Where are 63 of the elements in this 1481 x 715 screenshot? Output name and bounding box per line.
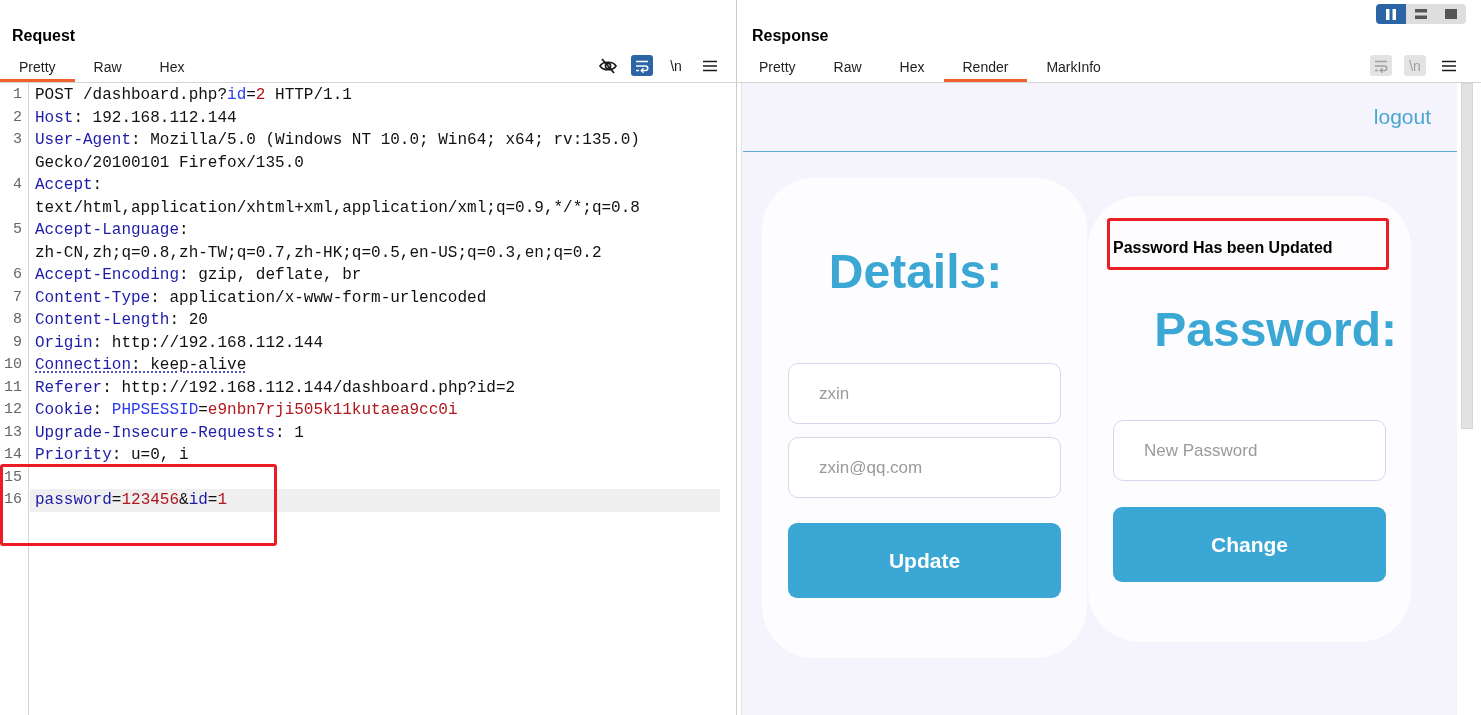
columns-icon	[1386, 8, 1396, 20]
code-line: Host: 192.168.112.144	[35, 108, 237, 127]
code-line: Connection: keep-alive	[35, 356, 247, 374]
scrollbar-thumb[interactable]	[1461, 83, 1473, 429]
line-number: 2	[13, 108, 22, 126]
split-columns-button[interactable]	[1376, 4, 1406, 24]
line-number: 7	[13, 288, 22, 306]
line-number: 15	[4, 468, 22, 486]
code-line: text/html,application/xhtml+xml,application/xml;q=0.9,*/*;q=0.8	[35, 198, 640, 217]
wrap-lines-icon	[635, 58, 649, 73]
square-icon	[1445, 9, 1457, 19]
split-rows-button[interactable]	[1406, 4, 1436, 24]
line-number: 14	[4, 446, 22, 463]
tab[interactable]: Hex	[880, 53, 944, 82]
status-message: Password Has been Updated	[1113, 239, 1333, 256]
text-field[interactable]: zxin@qq.com	[788, 437, 1061, 498]
text-field[interactable]: New Password	[1113, 420, 1386, 481]
code-line: Accept-Encoding: gzip, deflate, br	[35, 266, 362, 284]
code-line: Origin: http://192.168.112.144	[35, 333, 324, 352]
newline-button[interactable]: \n	[665, 55, 687, 76]
line-number: 8	[13, 311, 22, 328]
wrap-lines-icon	[1374, 58, 1388, 73]
line-number: 10	[4, 356, 22, 373]
tab[interactable]: Raw	[814, 53, 881, 82]
tab[interactable]: Pretty	[740, 53, 815, 82]
code-line: zh-CN,zh;q=0.8,zh-TW;q=0.7,zh-HK;q=0.5,en-US;q=0.3,en;q=0.2	[35, 243, 602, 262]
single-view-button[interactable]	[1436, 4, 1466, 24]
line-number: 12	[4, 401, 22, 418]
code-line: Gecko/20100101 Firefox/135.0	[35, 153, 304, 172]
line-number: 4	[13, 176, 22, 193]
menu-icon	[1442, 59, 1456, 72]
code-line: Cookie: PHPSESSID=e9nbn7rji505k11kutaea9cc0i	[35, 401, 458, 419]
line-number: 5	[13, 221, 22, 238]
tab[interactable]: Hex	[140, 53, 204, 82]
line-number: 13	[4, 423, 22, 441]
section-heading: Password:	[1154, 303, 1397, 356]
code-line: password=123456&id=1	[35, 491, 228, 509]
code-line: Referer: http://192.168.112.144/dashboard.php?id=2	[35, 378, 516, 397]
tab[interactable]: Raw	[74, 53, 141, 82]
code-line: POST /dashboard.php?id=2 HTTP/1.1	[35, 86, 352, 104]
tab[interactable]: MarkInfo	[1027, 53, 1120, 82]
pane-title: Request	[12, 27, 76, 44]
line-number: 3	[13, 131, 22, 148]
section-heading: Details:	[828, 245, 1003, 298]
code-line: Accept:	[35, 176, 103, 194]
code-line: Content-Type: application/x-www-form-urlencoded	[35, 288, 487, 307]
code-line: Accept-Language:	[35, 221, 189, 239]
line-number: 11	[4, 378, 22, 396]
code-line: User-Agent: Mozilla/5.0 (Windows NT 10.0; Win64; x64; rv:135.0)	[35, 131, 640, 149]
code-line: Priority: u=0, i	[35, 446, 189, 464]
line-number: 16	[4, 491, 22, 508]
code-line: Upgrade-Insecure-Requests: 1	[35, 423, 304, 442]
menu-icon	[703, 59, 717, 72]
eye-slash-icon	[599, 57, 617, 74]
rows-icon	[1415, 9, 1427, 19]
text-field[interactable]: zxin	[788, 363, 1061, 424]
line-number: 9	[13, 333, 22, 351]
pane-title: Response	[752, 27, 829, 44]
code-line: Content-Length: 20	[35, 311, 208, 329]
line-number: 6	[13, 266, 22, 283]
line-number: 1	[13, 86, 22, 103]
wrap-button[interactable]	[631, 55, 653, 76]
tab[interactable]: Pretty	[0, 53, 75, 82]
